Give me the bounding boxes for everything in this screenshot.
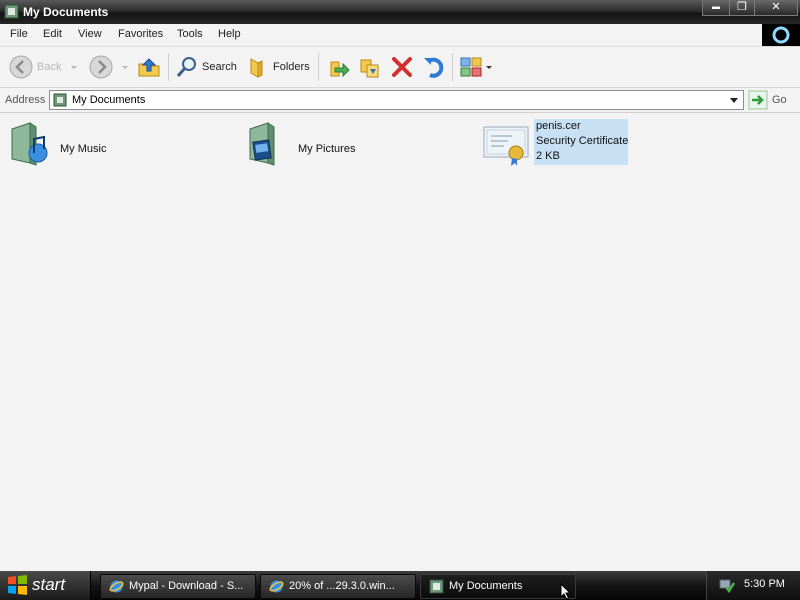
- toolbar-separator: [452, 53, 453, 81]
- browser-icon: [109, 580, 124, 593]
- search-button[interactable]: Search: [175, 52, 237, 82]
- file-item-my-music[interactable]: My Music: [8, 119, 128, 171]
- up-folder-icon: [138, 58, 160, 77]
- address-bar: Address My Documents Go: [0, 88, 800, 113]
- delete-button[interactable]: [389, 52, 415, 82]
- file-item-my-pictures[interactable]: My Pictures: [246, 119, 366, 171]
- address-label: Address: [5, 94, 46, 106]
- up-folder-button[interactable]: [136, 52, 162, 82]
- menu-help[interactable]: Help: [218, 28, 241, 40]
- folders-icon: [250, 58, 263, 78]
- menu-file[interactable]: File: [10, 28, 28, 40]
- back-label: Back: [37, 61, 62, 73]
- move-to-button[interactable]: [325, 52, 351, 82]
- undo-icon: [424, 57, 444, 78]
- network-status-icon[interactable]: [719, 577, 735, 593]
- system-tray: 5:30 PM: [706, 571, 800, 600]
- item-type: Security Certificate: [536, 135, 629, 147]
- my-documents-icon: [53, 93, 67, 107]
- start-button[interactable]: start: [0, 571, 91, 600]
- undo-button[interactable]: [421, 52, 447, 82]
- browser-icon: [269, 580, 284, 593]
- taskbar: start Mypal - Download - S... 20% of ...…: [0, 571, 800, 600]
- pictures-folder-icon: [249, 122, 275, 166]
- folders-label: Folders: [273, 61, 310, 73]
- task-label: 20% of ...29.3.0.win...: [289, 580, 395, 592]
- my-documents-icon: [4, 4, 19, 19]
- toolbar-separator: [168, 53, 169, 81]
- taskbar-button-my-documents[interactable]: My Documents: [420, 574, 576, 599]
- toolbar-separator: [318, 53, 319, 81]
- clock[interactable]: 5:30 PM: [744, 578, 785, 590]
- go-label[interactable]: Go: [772, 94, 787, 106]
- maximize-button[interactable]: ❐: [729, 0, 755, 16]
- menu-favorites[interactable]: Favorites: [118, 28, 163, 40]
- back-arrow-icon: [9, 55, 33, 79]
- menu-view[interactable]: View: [78, 28, 102, 40]
- item-size: 2 KB: [536, 150, 560, 162]
- delete-x-icon: [392, 57, 412, 77]
- item-name: penis.cer: [536, 120, 581, 132]
- dropdown-arrow-icon: [486, 66, 492, 69]
- dropdown-arrow-icon: [122, 66, 128, 69]
- copy-to-button[interactable]: [357, 52, 383, 82]
- address-value: My Documents: [72, 94, 146, 106]
- brand-logo: [762, 24, 800, 46]
- taskbar-button-mypal-download[interactable]: Mypal - Download - S...: [100, 574, 256, 599]
- file-item-certificate[interactable]: penis.cer Security Certificate 2 KB: [482, 119, 632, 171]
- chevron-down-icon[interactable]: [728, 93, 740, 107]
- forward-arrow-icon: [89, 55, 113, 79]
- title-bar[interactable]: My Documents ▬ ❐ ✕: [0, 0, 800, 24]
- task-label: My Documents: [449, 580, 523, 592]
- toolbar: Back Search Folders: [0, 47, 800, 88]
- address-input[interactable]: My Documents: [49, 90, 744, 110]
- forward-button[interactable]: [88, 52, 130, 82]
- views-button[interactable]: [459, 52, 493, 82]
- folder-window-icon: [429, 579, 444, 594]
- file-view[interactable]: My Music My Pictures penis.cer Security …: [0, 113, 800, 571]
- search-icon: [176, 57, 196, 77]
- menu-tools[interactable]: Tools: [177, 28, 203, 40]
- window-title: My Documents: [23, 5, 109, 19]
- dropdown-arrow-icon: [71, 66, 78, 69]
- item-name: My Music: [60, 143, 107, 155]
- folders-button[interactable]: Folders: [246, 52, 310, 82]
- mouse-cursor-icon: [560, 583, 572, 600]
- menu-edit[interactable]: Edit: [43, 28, 62, 40]
- minimize-button[interactable]: ▬: [702, 0, 730, 16]
- item-name: My Pictures: [298, 143, 356, 155]
- copy-to-icon: [360, 59, 379, 78]
- task-label: Mypal - Download - S...: [129, 580, 244, 592]
- back-button[interactable]: Back: [8, 52, 79, 82]
- close-button[interactable]: ✕: [754, 0, 798, 16]
- menu-bar: File Edit View Favorites Tools Help: [0, 24, 800, 47]
- start-label: start: [32, 575, 66, 594]
- windows-logo-icon: [8, 575, 27, 595]
- taskbar-button-download-progress[interactable]: 20% of ...29.3.0.win...: [260, 574, 416, 599]
- ring-logo-icon: [772, 26, 790, 44]
- go-arrow-icon[interactable]: [748, 90, 768, 110]
- move-to-icon: [330, 61, 350, 78]
- music-folder-icon: [11, 122, 48, 166]
- views-icon: [460, 57, 482, 77]
- certificate-icon: [483, 126, 529, 166]
- search-label: Search: [202, 61, 237, 73]
